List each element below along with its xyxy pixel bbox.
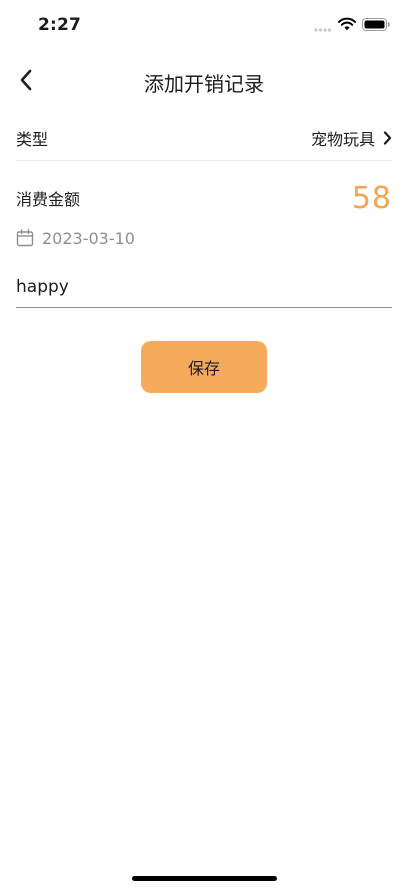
type-selector-row[interactable]: 类型 宠物玩具 (16, 116, 392, 161)
date-value: 2023-03-10 (42, 228, 135, 248)
amount-row[interactable]: 消费金额 58 (16, 176, 392, 220)
chevron-right-icon (383, 131, 392, 145)
page-title: 添加开销记录 (144, 72, 264, 96)
wifi-icon (338, 17, 356, 31)
status-bar: 2:27 (0, 0, 408, 50)
home-indicator (132, 876, 277, 881)
type-label: 类型 (16, 130, 49, 149)
type-value: 宠物玩具 (310, 130, 375, 149)
amount-label: 消费金额 (16, 190, 81, 209)
calendar-icon (16, 229, 34, 247)
status-time: 2:27 (38, 15, 82, 35)
save-button[interactable]: 保存 (141, 341, 267, 393)
navigation-bar: 添加开销记录 (0, 58, 408, 102)
amount-value[interactable]: 58 (352, 181, 392, 216)
note-input[interactable] (16, 266, 392, 308)
battery-icon (362, 18, 390, 31)
date-picker-row[interactable]: 2023-03-10 (16, 224, 135, 252)
cellular-signal-icon (314, 28, 332, 32)
type-value-group: 宠物玩具 (311, 126, 392, 150)
